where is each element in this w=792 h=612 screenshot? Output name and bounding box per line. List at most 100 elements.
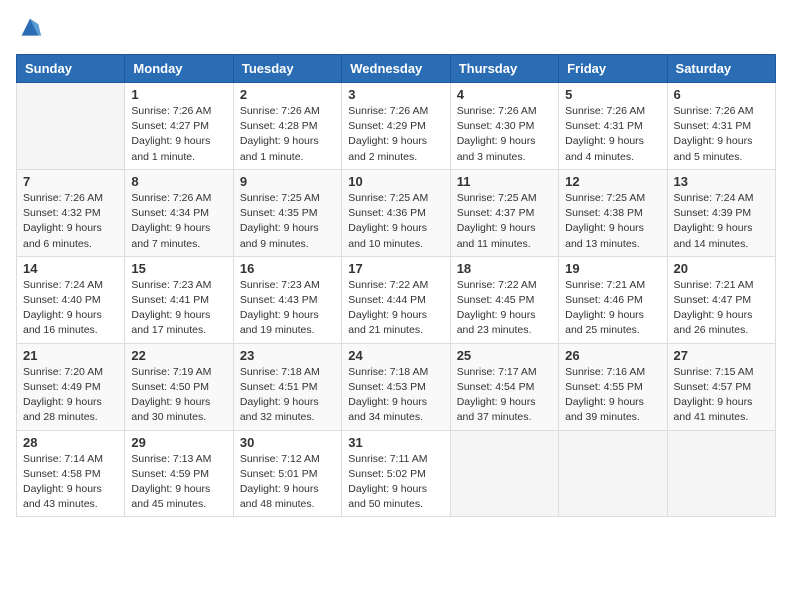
day-number: 28	[23, 435, 118, 450]
day-number: 6	[674, 87, 769, 102]
page-header	[16, 16, 776, 44]
weekday-header-wednesday: Wednesday	[342, 55, 450, 83]
day-info: Sunrise: 7:21 AMSunset: 4:47 PMDaylight:…	[674, 278, 769, 339]
day-info: Sunrise: 7:25 AMSunset: 4:35 PMDaylight:…	[240, 191, 335, 252]
day-number: 29	[131, 435, 226, 450]
day-number: 26	[565, 348, 660, 363]
calendar-cell	[17, 83, 125, 170]
day-number: 10	[348, 174, 443, 189]
day-number: 18	[457, 261, 552, 276]
day-info: Sunrise: 7:21 AMSunset: 4:46 PMDaylight:…	[565, 278, 660, 339]
day-number: 20	[674, 261, 769, 276]
calendar-cell: 22 Sunrise: 7:19 AMSunset: 4:50 PMDayligh…	[125, 343, 233, 430]
day-info: Sunrise: 7:26 AMSunset: 4:29 PMDaylight:…	[348, 104, 443, 165]
day-info: Sunrise: 7:26 AMSunset: 4:31 PMDaylight:…	[565, 104, 660, 165]
weekday-header-saturday: Saturday	[667, 55, 775, 83]
day-number: 15	[131, 261, 226, 276]
day-info: Sunrise: 7:17 AMSunset: 4:54 PMDaylight:…	[457, 365, 552, 426]
day-info: Sunrise: 7:11 AMSunset: 5:02 PMDaylight:…	[348, 452, 443, 513]
day-number: 19	[565, 261, 660, 276]
day-info: Sunrise: 7:26 AMSunset: 4:28 PMDaylight:…	[240, 104, 335, 165]
calendar-cell: 1 Sunrise: 7:26 AMSunset: 4:27 PMDaylight…	[125, 83, 233, 170]
calendar-cell: 6 Sunrise: 7:26 AMSunset: 4:31 PMDaylight…	[667, 83, 775, 170]
day-info: Sunrise: 7:16 AMSunset: 4:55 PMDaylight:…	[565, 365, 660, 426]
calendar-week-row: 28 Sunrise: 7:14 AMSunset: 4:58 PMDayligh…	[17, 430, 776, 517]
day-info: Sunrise: 7:22 AMSunset: 4:45 PMDaylight:…	[457, 278, 552, 339]
day-number: 22	[131, 348, 226, 363]
calendar-cell: 16 Sunrise: 7:23 AMSunset: 4:43 PMDayligh…	[233, 256, 341, 343]
day-info: Sunrise: 7:24 AMSunset: 4:40 PMDaylight:…	[23, 278, 118, 339]
day-number: 13	[674, 174, 769, 189]
weekday-header-tuesday: Tuesday	[233, 55, 341, 83]
calendar-cell: 7 Sunrise: 7:26 AMSunset: 4:32 PMDaylight…	[17, 169, 125, 256]
day-info: Sunrise: 7:18 AMSunset: 4:51 PMDaylight:…	[240, 365, 335, 426]
day-number: 21	[23, 348, 118, 363]
day-number: 4	[457, 87, 552, 102]
calendar-cell: 3 Sunrise: 7:26 AMSunset: 4:29 PMDaylight…	[342, 83, 450, 170]
calendar-cell: 20 Sunrise: 7:21 AMSunset: 4:47 PMDayligh…	[667, 256, 775, 343]
day-info: Sunrise: 7:23 AMSunset: 4:43 PMDaylight:…	[240, 278, 335, 339]
calendar-cell: 31Sunrise: 7:11 AMSunset: 5:02 PMDayligh…	[342, 430, 450, 517]
day-info: Sunrise: 7:25 AMSunset: 4:36 PMDaylight:…	[348, 191, 443, 252]
weekday-header-friday: Friday	[559, 55, 667, 83]
calendar-week-row: 14 Sunrise: 7:24 AMSunset: 4:40 PMDayligh…	[17, 256, 776, 343]
day-info: Sunrise: 7:14 AMSunset: 4:58 PMDaylight:…	[23, 452, 118, 513]
calendar-week-row: 7 Sunrise: 7:26 AMSunset: 4:32 PMDaylight…	[17, 169, 776, 256]
day-info: Sunrise: 7:26 AMSunset: 4:27 PMDaylight:…	[131, 104, 226, 165]
weekday-header-sunday: Sunday	[17, 55, 125, 83]
calendar-cell: 8Sunrise: 7:26 AMSunset: 4:34 PMDaylight…	[125, 169, 233, 256]
day-number: 11	[457, 174, 552, 189]
day-number: 14	[23, 261, 118, 276]
day-number: 25	[457, 348, 552, 363]
day-number: 16	[240, 261, 335, 276]
day-info: Sunrise: 7:26 AMSunset: 4:32 PMDaylight:…	[23, 191, 118, 252]
logo	[16, 16, 48, 44]
day-number: 7	[23, 174, 118, 189]
calendar-cell: 24 Sunrise: 7:18 AMSunset: 4:53 PMDayligh…	[342, 343, 450, 430]
day-info: Sunrise: 7:12 AMSunset: 5:01 PMDaylight:…	[240, 452, 335, 513]
calendar-week-row: 21Sunrise: 7:20 AMSunset: 4:49 PMDayligh…	[17, 343, 776, 430]
calendar-cell: 23Sunrise: 7:18 AMSunset: 4:51 PMDayligh…	[233, 343, 341, 430]
calendar-cell: 18 Sunrise: 7:22 AMSunset: 4:45 PMDayligh…	[450, 256, 558, 343]
calendar-cell: 26 Sunrise: 7:16 AMSunset: 4:55 PMDayligh…	[559, 343, 667, 430]
day-number: 1	[131, 87, 226, 102]
calendar-cell: 11Sunrise: 7:25 AMSunset: 4:37 PMDayligh…	[450, 169, 558, 256]
day-number: 3	[348, 87, 443, 102]
calendar-cell: 30 Sunrise: 7:12 AMSunset: 5:01 PMDayligh…	[233, 430, 341, 517]
calendar-cell: 29Sunrise: 7:13 AMSunset: 4:59 PMDayligh…	[125, 430, 233, 517]
day-number: 27	[674, 348, 769, 363]
calendar-cell: 14 Sunrise: 7:24 AMSunset: 4:40 PMDayligh…	[17, 256, 125, 343]
day-number: 24	[348, 348, 443, 363]
day-info: Sunrise: 7:26 AMSunset: 4:30 PMDaylight:…	[457, 104, 552, 165]
weekday-header-row: SundayMondayTuesdayWednesdayThursdayFrid…	[17, 55, 776, 83]
logo-icon	[16, 16, 44, 44]
day-info: Sunrise: 7:15 AMSunset: 4:57 PMDaylight:…	[674, 365, 769, 426]
day-number: 5	[565, 87, 660, 102]
calendar-cell: 19 Sunrise: 7:21 AMSunset: 4:46 PMDayligh…	[559, 256, 667, 343]
day-number: 2	[240, 87, 335, 102]
calendar-cell: 10 Sunrise: 7:25 AMSunset: 4:36 PMDayligh…	[342, 169, 450, 256]
calendar-week-row: 1 Sunrise: 7:26 AMSunset: 4:27 PMDaylight…	[17, 83, 776, 170]
calendar-cell: 13Sunrise: 7:24 AMSunset: 4:39 PMDayligh…	[667, 169, 775, 256]
calendar-cell: 28 Sunrise: 7:14 AMSunset: 4:58 PMDayligh…	[17, 430, 125, 517]
calendar-cell: 27 Sunrise: 7:15 AMSunset: 4:57 PMDayligh…	[667, 343, 775, 430]
calendar-cell: 15 Sunrise: 7:23 AMSunset: 4:41 PMDayligh…	[125, 256, 233, 343]
day-info: Sunrise: 7:18 AMSunset: 4:53 PMDaylight:…	[348, 365, 443, 426]
calendar-cell	[450, 430, 558, 517]
weekday-header-thursday: Thursday	[450, 55, 558, 83]
calendar-cell: 5 Sunrise: 7:26 AMSunset: 4:31 PMDaylight…	[559, 83, 667, 170]
calendar-cell: 21Sunrise: 7:20 AMSunset: 4:49 PMDayligh…	[17, 343, 125, 430]
calendar-table: SundayMondayTuesdayWednesdayThursdayFrid…	[16, 54, 776, 517]
day-info: Sunrise: 7:26 AMSunset: 4:31 PMDaylight:…	[674, 104, 769, 165]
day-number: 8	[131, 174, 226, 189]
calendar-cell	[667, 430, 775, 517]
weekday-header-monday: Monday	[125, 55, 233, 83]
day-info: Sunrise: 7:22 AMSunset: 4:44 PMDaylight:…	[348, 278, 443, 339]
calendar-cell: 17 Sunrise: 7:22 AMSunset: 4:44 PMDayligh…	[342, 256, 450, 343]
day-info: Sunrise: 7:23 AMSunset: 4:41 PMDaylight:…	[131, 278, 226, 339]
day-info: Sunrise: 7:25 AMSunset: 4:38 PMDaylight:…	[565, 191, 660, 252]
day-number: 30	[240, 435, 335, 450]
day-number: 17	[348, 261, 443, 276]
day-info: Sunrise: 7:19 AMSunset: 4:50 PMDaylight:…	[131, 365, 226, 426]
day-number: 9	[240, 174, 335, 189]
